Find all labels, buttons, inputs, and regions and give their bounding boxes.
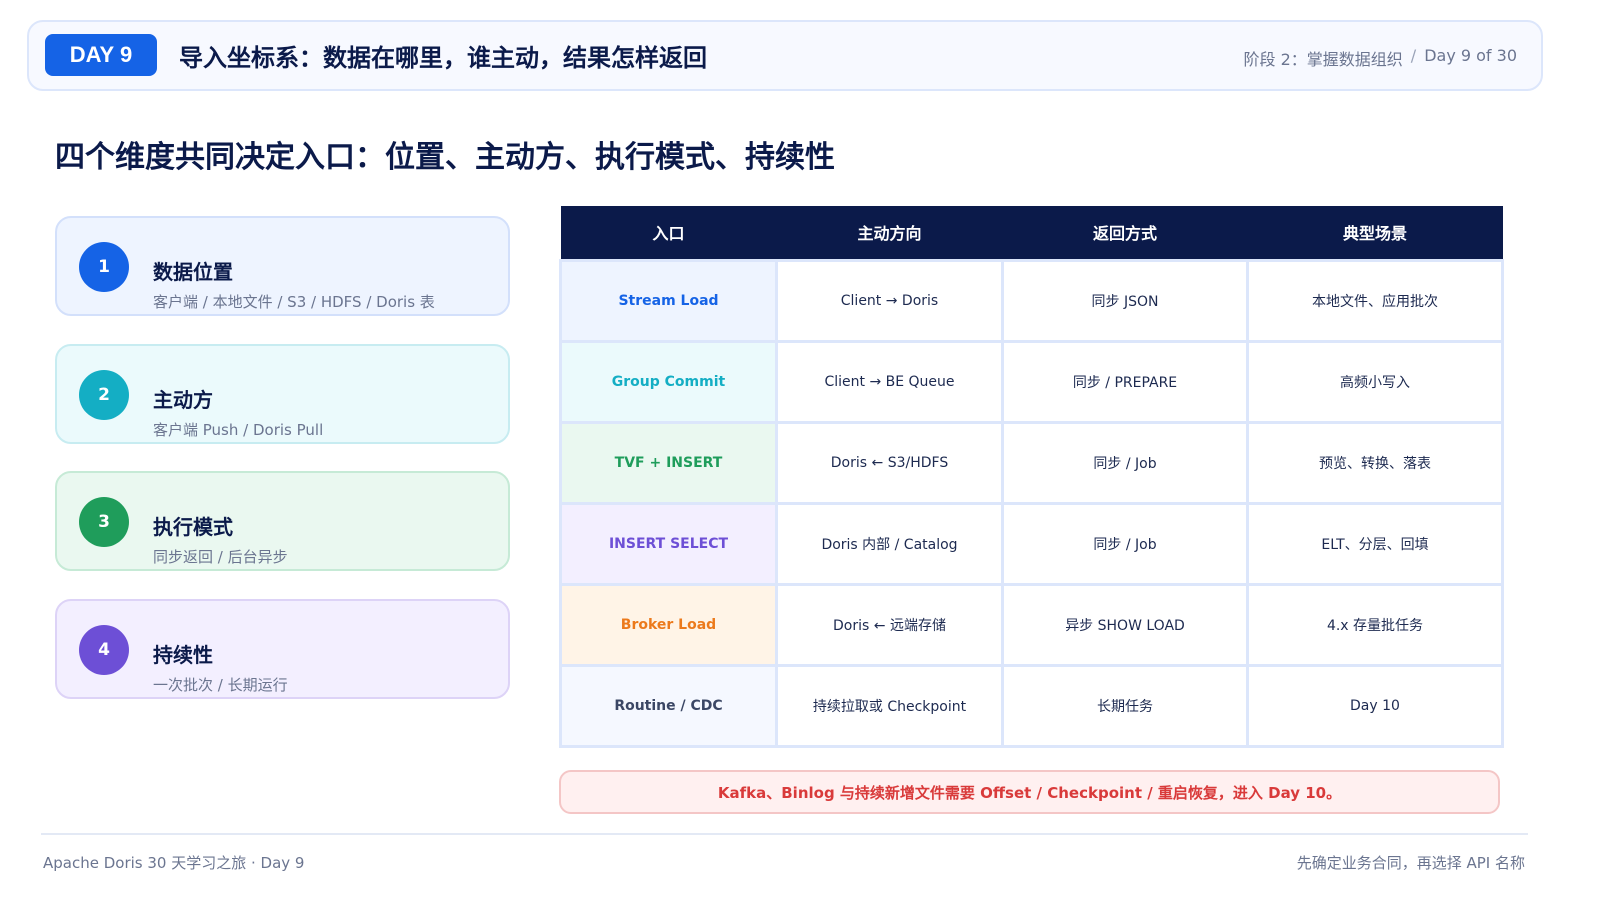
return-cell: 同步 / Job	[1001, 501, 1249, 586]
card-number-badge: 4	[79, 625, 129, 675]
direction-cell: Doris 内部 / Catalog	[775, 501, 1004, 586]
return-cell: 异步 SHOW LOAD	[1001, 582, 1249, 667]
direction-cell: 持续拉取或 Checkpoint	[775, 663, 1004, 748]
card-number-badge: 1	[79, 242, 129, 292]
table-row: Stream Load Client → Doris 同步 JSON 本地文件、…	[559, 258, 1504, 343]
table-row: TVF + INSERT Doris ← S3/HDFS 同步 / Job 预览…	[559, 420, 1504, 505]
column-header-return: 返回方式	[1002, 206, 1248, 260]
section-title: 四个维度共同决定入口：位置、主动方、执行模式、持续性	[55, 140, 835, 175]
return-cell: 长期任务	[1001, 663, 1249, 748]
return-cell: 同步 / Job	[1001, 420, 1249, 505]
card-subtitle: 客户端 Push / Doris Pull	[153, 421, 324, 439]
page-title: 导入坐标系：数据在哪里，谁主动，结果怎样返回	[179, 44, 707, 72]
dimension-card-location: 1 数据位置 客户端 / 本地文件 / S3 / HDFS / Doris 表	[55, 216, 510, 316]
column-header-scenario: 典型场景	[1247, 206, 1503, 260]
card-number-badge: 2	[79, 370, 129, 420]
scenario-cell: 高频小写入	[1246, 339, 1504, 424]
table-row: Broker Load Doris ← 远端存储 异步 SHOW LOAD 4.…	[559, 582, 1504, 667]
direction-cell: Client → BE Queue	[775, 339, 1004, 424]
return-cell: 同步 JSON	[1001, 258, 1249, 343]
card-subtitle: 客户端 / 本地文件 / S3 / HDFS / Doris 表	[153, 293, 435, 311]
scenario-cell: 4.x 存量批任务	[1246, 582, 1504, 667]
table-row: INSERT SELECT Doris 内部 / Catalog 同步 / Jo…	[559, 501, 1504, 586]
entry-cell: INSERT SELECT	[559, 501, 778, 586]
dimension-card-persistence: 4 持续性 一次批次 / 长期运行	[55, 599, 510, 699]
entry-cell: Routine / CDC	[559, 663, 778, 748]
header-bar: DAY 9 导入坐标系：数据在哪里，谁主动，结果怎样返回 阶段 2：掌握数据组织…	[27, 20, 1543, 91]
dimension-card-execution-mode: 3 执行模式 同步返回 / 后台异步	[55, 471, 510, 571]
scenario-cell: 本地文件、应用批次	[1246, 258, 1504, 343]
direction-cell: Doris ← S3/HDFS	[775, 420, 1004, 505]
card-subtitle: 同步返回 / 后台异步	[153, 548, 288, 566]
card-title: 持续性	[153, 643, 213, 667]
header-meta: 阶段 2：掌握数据组织 / Day 9 of 30	[1244, 46, 1517, 70]
direction-cell: Doris ← 远端存储	[775, 582, 1004, 667]
entry-cell: TVF + INSERT	[559, 420, 778, 505]
day-badge: DAY 9	[45, 34, 157, 76]
entry-cell: Broker Load	[559, 582, 778, 667]
return-cell: 同步 / PREPARE	[1001, 339, 1249, 424]
scenario-cell: ELT、分层、回填	[1246, 501, 1504, 586]
entry-comparison-table: 入口 主动方向 返回方式 典型场景 Stream Load Client → D…	[559, 206, 1504, 748]
scenario-cell: 预览、转换、落表	[1246, 420, 1504, 505]
warning-note: Kafka、Binlog 与持续新增文件需要 Offset / Checkpoi…	[559, 770, 1500, 814]
progress-label: Day 9 of 30	[1424, 46, 1517, 65]
meta-separator: /	[1410, 46, 1417, 65]
dimension-card-initiator: 2 主动方 客户端 Push / Doris Pull	[55, 344, 510, 444]
direction-cell: Client → Doris	[775, 258, 1004, 343]
footer-tagline: 先确定业务合同，再选择 API 名称	[1296, 854, 1525, 872]
column-header-direction: 主动方向	[776, 206, 1003, 260]
card-title: 主动方	[153, 388, 213, 412]
card-subtitle: 一次批次 / 长期运行	[153, 676, 288, 694]
card-title: 执行模式	[153, 515, 233, 539]
card-number-badge: 3	[79, 497, 129, 547]
footer-course-label: Apache Doris 30 天学习之旅 · Day 9	[43, 854, 305, 872]
table-row: Group Commit Client → BE Queue 同步 / PREP…	[559, 339, 1504, 424]
entry-cell: Stream Load	[559, 258, 778, 343]
stage-label: 阶段 2：掌握数据组织	[1243, 50, 1403, 69]
card-title: 数据位置	[153, 260, 233, 284]
table-row: Routine / CDC 持续拉取或 Checkpoint 长期任务 Day …	[559, 663, 1504, 748]
entry-cell: Group Commit	[559, 339, 778, 424]
scenario-cell: Day 10	[1246, 663, 1504, 748]
column-header-entry: 入口	[560, 206, 777, 260]
footer-divider	[41, 833, 1528, 835]
table-header-row: 入口 主动方向 返回方式 典型场景	[560, 206, 1503, 260]
